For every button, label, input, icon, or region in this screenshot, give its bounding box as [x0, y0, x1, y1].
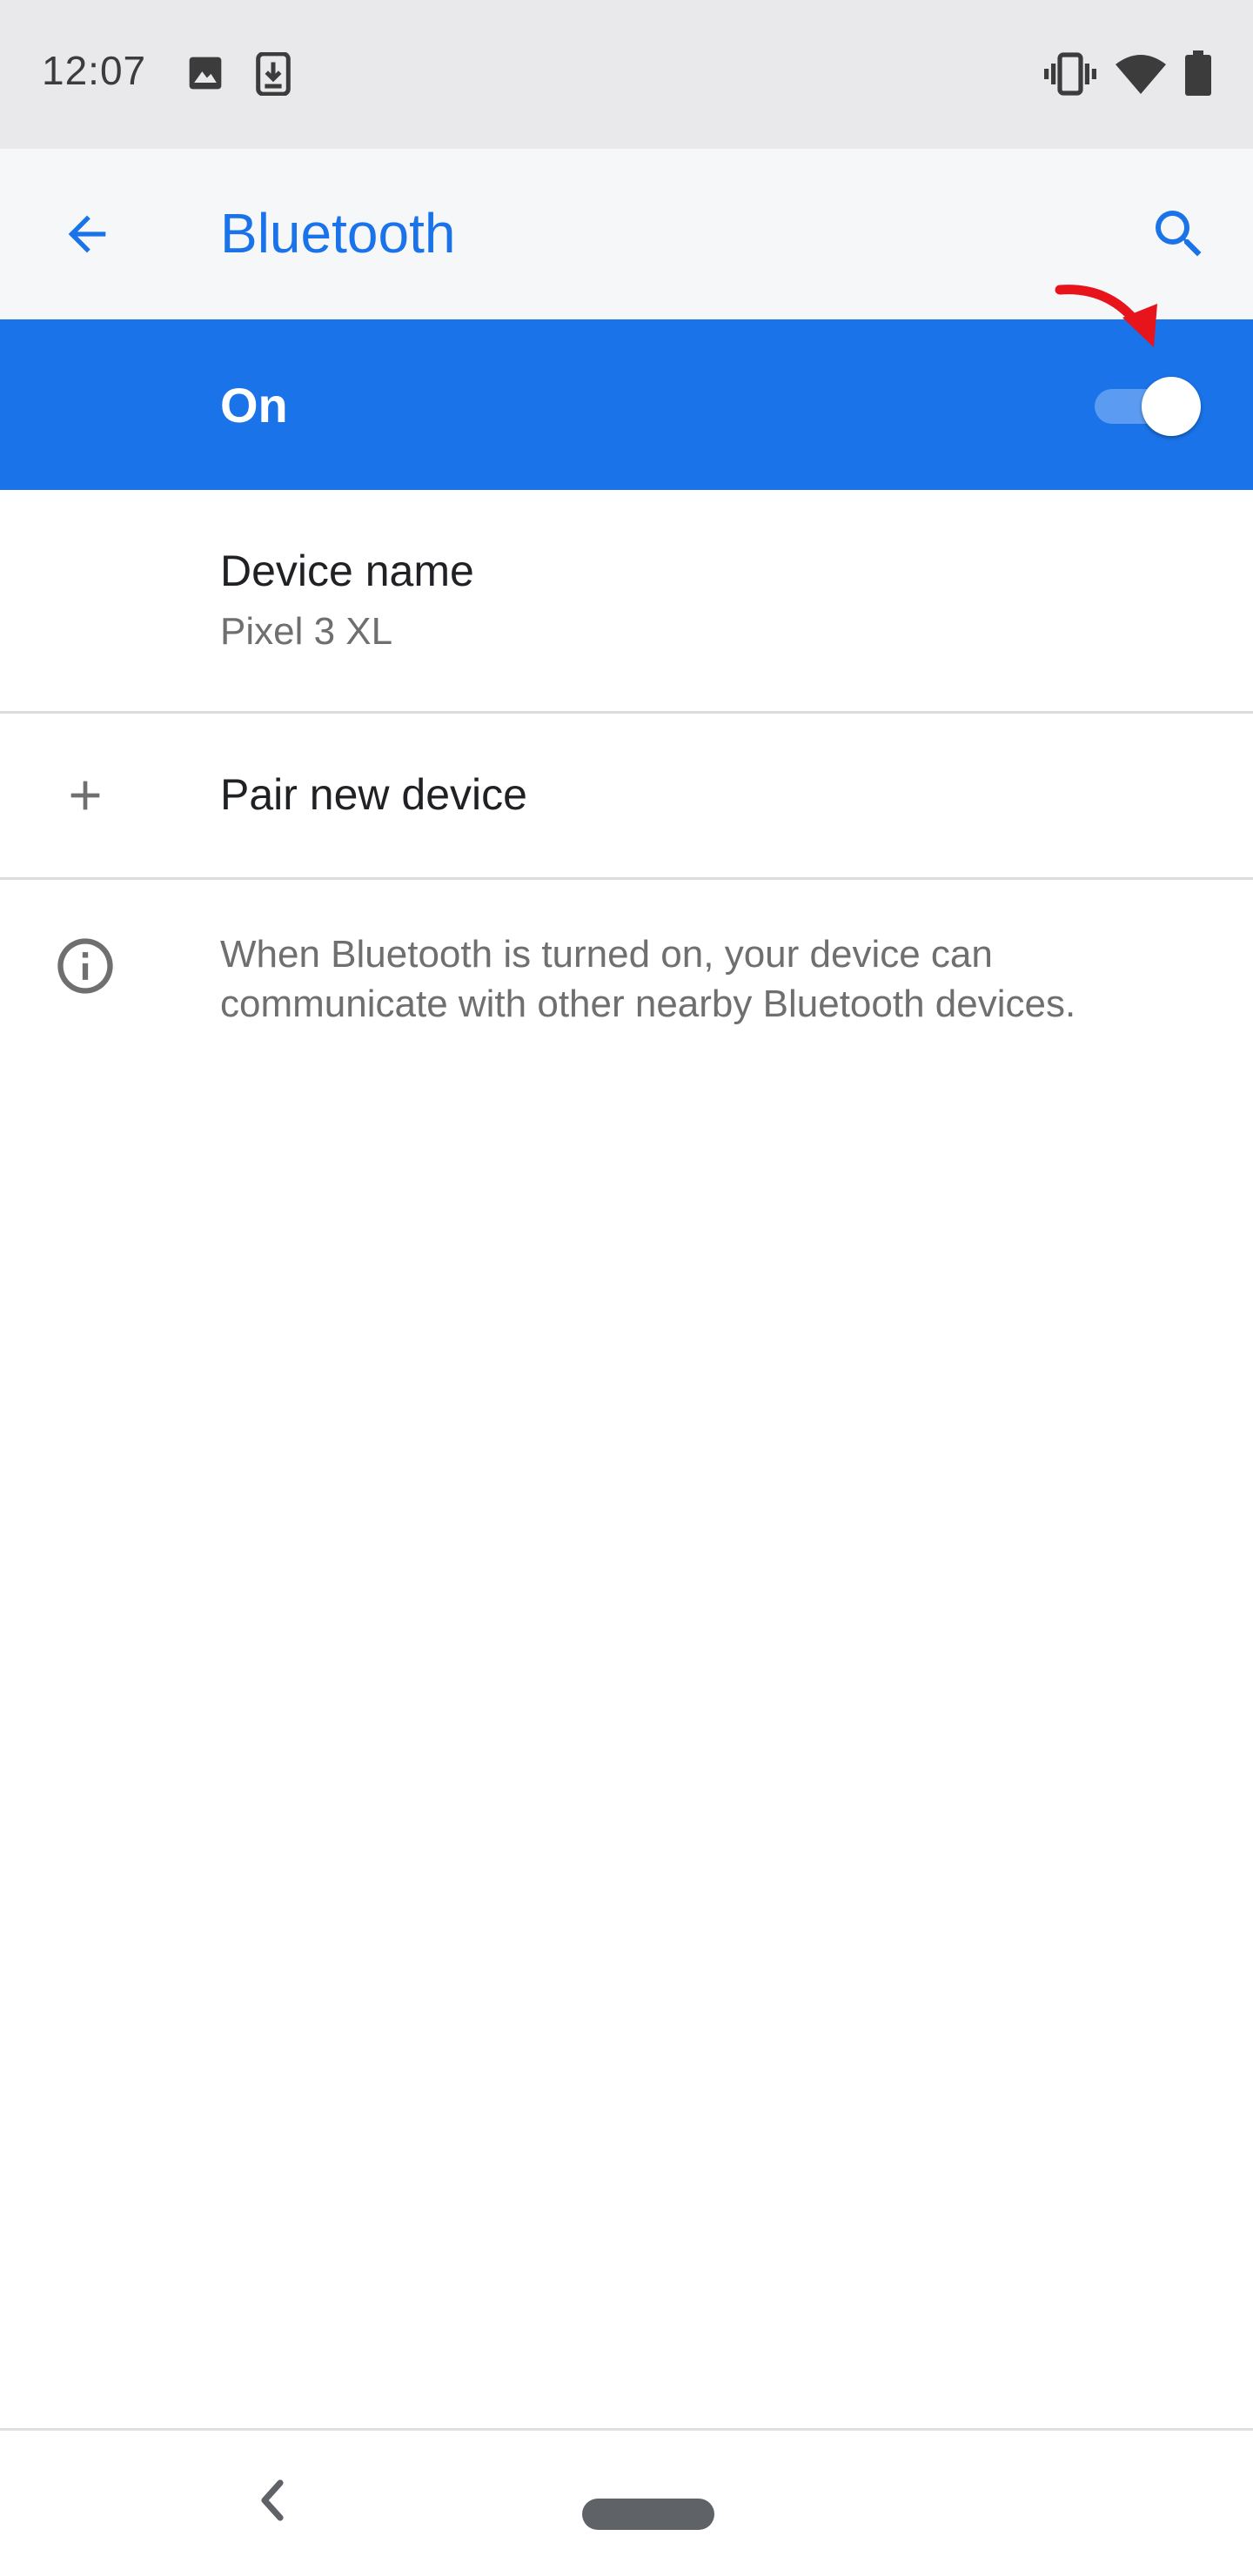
pair-new-device-label: Pair new device [220, 770, 527, 819]
info-icon [50, 931, 120, 1001]
device-name-title: Device name [220, 547, 474, 595]
plus-icon [57, 768, 113, 823]
back-button[interactable] [44, 192, 131, 279]
chevron-left-icon [254, 2478, 289, 2527]
bluetooth-toggle-label: On [220, 378, 288, 433]
home-pill-icon[interactable] [582, 2499, 714, 2530]
vibrate-icon [1044, 52, 1096, 100]
navigation-bar [0, 2428, 1253, 2576]
wifi-icon [1116, 54, 1166, 98]
nav-divider [0, 2428, 1253, 2431]
device-name-value: Pixel 3 XL [220, 610, 393, 653]
search-icon [1148, 203, 1210, 270]
switch-thumb [1142, 377, 1201, 436]
status-time: 12:07 [42, 48, 147, 93]
download-icon [256, 51, 291, 100]
status-bar: 12:07 [0, 0, 1253, 149]
annotation-arrow-icon [1044, 274, 1175, 370]
nav-back-button[interactable] [244, 2467, 299, 2537]
search-button[interactable] [1136, 192, 1223, 279]
divider [0, 877, 1253, 880]
battery-icon [1185, 50, 1211, 100]
device-name-row[interactable]: Device name Pixel 3 XL [0, 490, 1253, 711]
bluetooth-switch[interactable] [1088, 372, 1201, 438]
page-title: Bluetooth [220, 202, 456, 265]
arrow-back-icon [59, 206, 115, 266]
pair-new-device-row[interactable]: Pair new device [0, 714, 1253, 879]
info-text: When Bluetooth is turned on, your device… [220, 933, 1076, 1025]
image-icon [186, 54, 224, 97]
